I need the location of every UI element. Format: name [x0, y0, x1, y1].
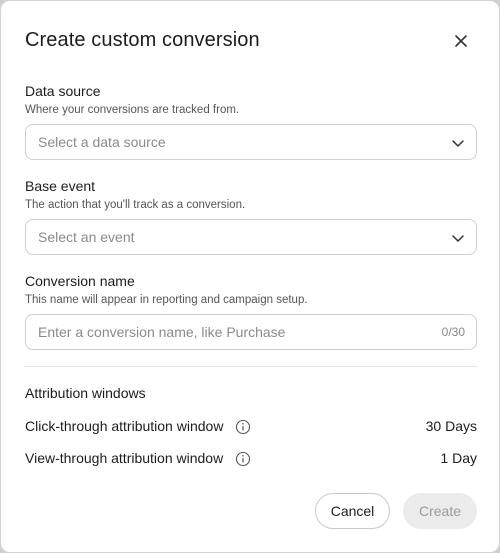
base-event-placeholder: Select an event	[38, 229, 135, 245]
view-through-row: View-through attribution window 1 Day	[25, 450, 477, 470]
close-icon	[455, 35, 467, 47]
close-button[interactable]	[450, 30, 472, 52]
base-event-help: The action that you'll track as a conver…	[25, 199, 246, 211]
data-source-placeholder: Select a data source	[38, 134, 166, 150]
chevron-down-icon	[452, 235, 464, 242]
conversion-name-label: Conversion name	[25, 273, 135, 289]
click-through-row: Click-through attribution window 30 Days	[25, 418, 477, 438]
info-icon[interactable]	[235, 419, 251, 435]
click-through-label: Click-through attribution window	[25, 418, 224, 434]
data-source-help: Where your conversions are tracked from.	[25, 104, 240, 116]
base-event-select[interactable]: Select an event	[25, 219, 477, 255]
conversion-name-placeholder: Enter a conversion name, like Purchase	[38, 324, 286, 340]
create-button[interactable]: Create	[403, 493, 477, 529]
divider	[25, 366, 477, 367]
character-counter: 0/30	[441, 325, 465, 339]
chevron-down-icon	[452, 140, 464, 147]
attribution-windows-title: Attribution windows	[25, 385, 146, 401]
conversion-name-input[interactable]: Enter a conversion name, like Purchase 0…	[25, 314, 477, 350]
conversion-name-help: This name will appear in reporting and c…	[25, 294, 308, 306]
view-through-label: View-through attribution window	[25, 450, 224, 466]
data-source-label: Data source	[25, 83, 101, 99]
base-event-label: Base event	[25, 178, 96, 194]
info-icon[interactable]	[235, 451, 251, 467]
dialog-title: Create custom conversion	[25, 29, 260, 51]
create-custom-conversion-dialog: Create custom conversion Data source Whe…	[0, 0, 500, 553]
cancel-button[interactable]: Cancel	[315, 493, 390, 529]
view-through-value: 1 Day	[440, 450, 477, 466]
click-through-value: 30 Days	[425, 418, 477, 434]
data-source-select[interactable]: Select a data source	[25, 124, 477, 160]
